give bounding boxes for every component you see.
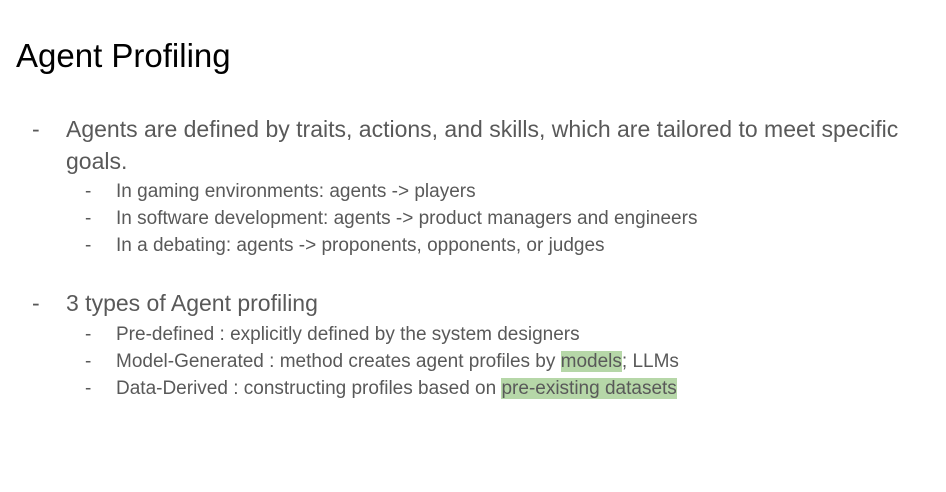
sub-bullet-dash: - [85, 235, 92, 256]
bullet-text: 3 types of Agent profiling [66, 290, 318, 316]
bullet-text: Agents are defined by traits, actions, a… [66, 116, 899, 174]
sub-bullet-text: In software development: agents -> produ… [116, 208, 698, 229]
sub-bullet-dash: - [85, 351, 92, 372]
sub-bullet-text: Pre-defined : explicitly defined by the … [116, 324, 580, 345]
sub-bullet-text: Data-Derived : constructing profiles bas… [116, 375, 677, 402]
sub-bullet-text: Model-Generated : method creates agent p… [116, 348, 679, 375]
text-segment: Model-Generated : method creates agent p… [116, 351, 561, 372]
text-segment: ; LLMs [621, 351, 679, 372]
bullet-dash: - [32, 116, 40, 142]
sub-bullet-dash: - [85, 324, 92, 345]
highlighted-text: pre-existing datasets [501, 378, 677, 399]
slide-title: Agent Profiling [16, 37, 231, 74]
highlighted-text: models [560, 351, 622, 372]
sub-bullet-text: In gaming environments: agents -> player… [116, 181, 476, 202]
sub-bullet-dash: - [85, 208, 92, 229]
sub-bullet-dash: - [85, 181, 92, 202]
sub-bullet-dash: - [85, 378, 92, 399]
sub-bullet-text: In a debating: agents -> proponents, opp… [116, 235, 605, 256]
text-segment: Data-Derived : constructing profiles bas… [116, 378, 502, 399]
slide: Agent Profiling - Agents are defined by … [0, 0, 946, 492]
bullet-dash: - [32, 290, 40, 316]
